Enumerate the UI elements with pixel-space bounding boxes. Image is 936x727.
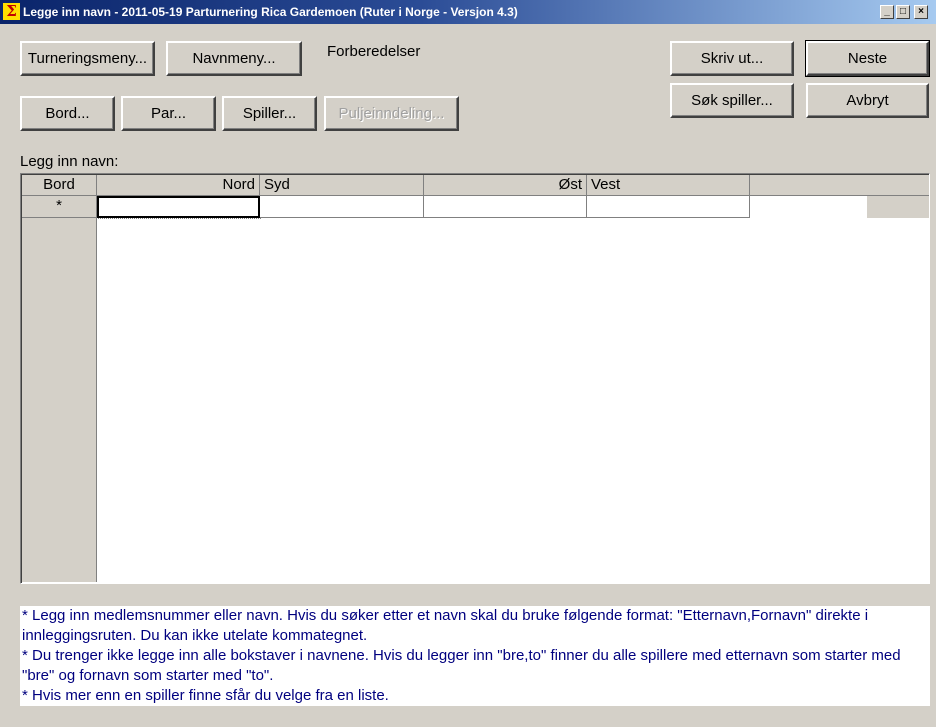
navnmeny-button[interactable]: Navnmeny...: [166, 41, 302, 76]
column-header-syd[interactable]: Syd: [260, 175, 424, 196]
cell-syd[interactable]: [260, 196, 424, 218]
help-line: * Legg inn medlemsnummer eller navn. Hvi…: [22, 607, 869, 644]
next-button[interactable]: Neste: [805, 40, 930, 77]
cancel-button[interactable]: Avbryt: [806, 83, 929, 118]
window-title: Legge inn navn - 2011-05-19 Parturnering…: [23, 5, 518, 19]
grid-caption: Legg inn navn:: [20, 153, 119, 170]
print-button[interactable]: Skriv ut...: [670, 41, 794, 76]
help-line: * Du trenger ikke legge inn alle bokstav…: [22, 647, 901, 684]
turneringsmeny-button[interactable]: Turneringsmeny...: [20, 41, 155, 76]
close-button[interactable]: ×: [914, 5, 928, 19]
new-row-marker[interactable]: *: [22, 196, 97, 218]
puljeinndeling-button: Puljeinndeling...: [324, 96, 459, 131]
column-header-nord[interactable]: Nord: [97, 175, 260, 196]
spiller-button[interactable]: Spiller...: [222, 96, 317, 131]
par-button[interactable]: Par...: [121, 96, 216, 131]
minimize-button[interactable]: _: [880, 5, 894, 19]
help-line: * Hvis mer enn en spiller finne sfår du …: [22, 687, 389, 704]
cell-vest[interactable]: [587, 196, 750, 218]
search-player-button[interactable]: Søk spiller...: [670, 83, 794, 118]
column-header-vest[interactable]: Vest: [587, 175, 750, 196]
row-filler: [867, 196, 929, 218]
section-label: Forberedelser: [327, 43, 421, 60]
cell-nord[interactable]: [96, 195, 261, 219]
help-text-panel: * Legg inn medlemsnummer eller navn. Hvi…: [20, 606, 930, 706]
header-filler: [750, 175, 929, 196]
names-grid[interactable]: Bord Nord Syd Øst Vest *: [20, 173, 930, 584]
title-bar: Σ Legge inn navn - 2011-05-19 Parturneri…: [0, 0, 936, 24]
cell-ost[interactable]: [424, 196, 587, 218]
column-header-bord[interactable]: Bord: [22, 175, 97, 196]
column-header-ost[interactable]: Øst: [424, 175, 587, 196]
row-header-column: [22, 175, 97, 582]
maximize-button[interactable]: □: [896, 5, 910, 19]
bord-button[interactable]: Bord...: [20, 96, 115, 131]
app-sigma-icon[interactable]: Σ: [3, 3, 20, 20]
